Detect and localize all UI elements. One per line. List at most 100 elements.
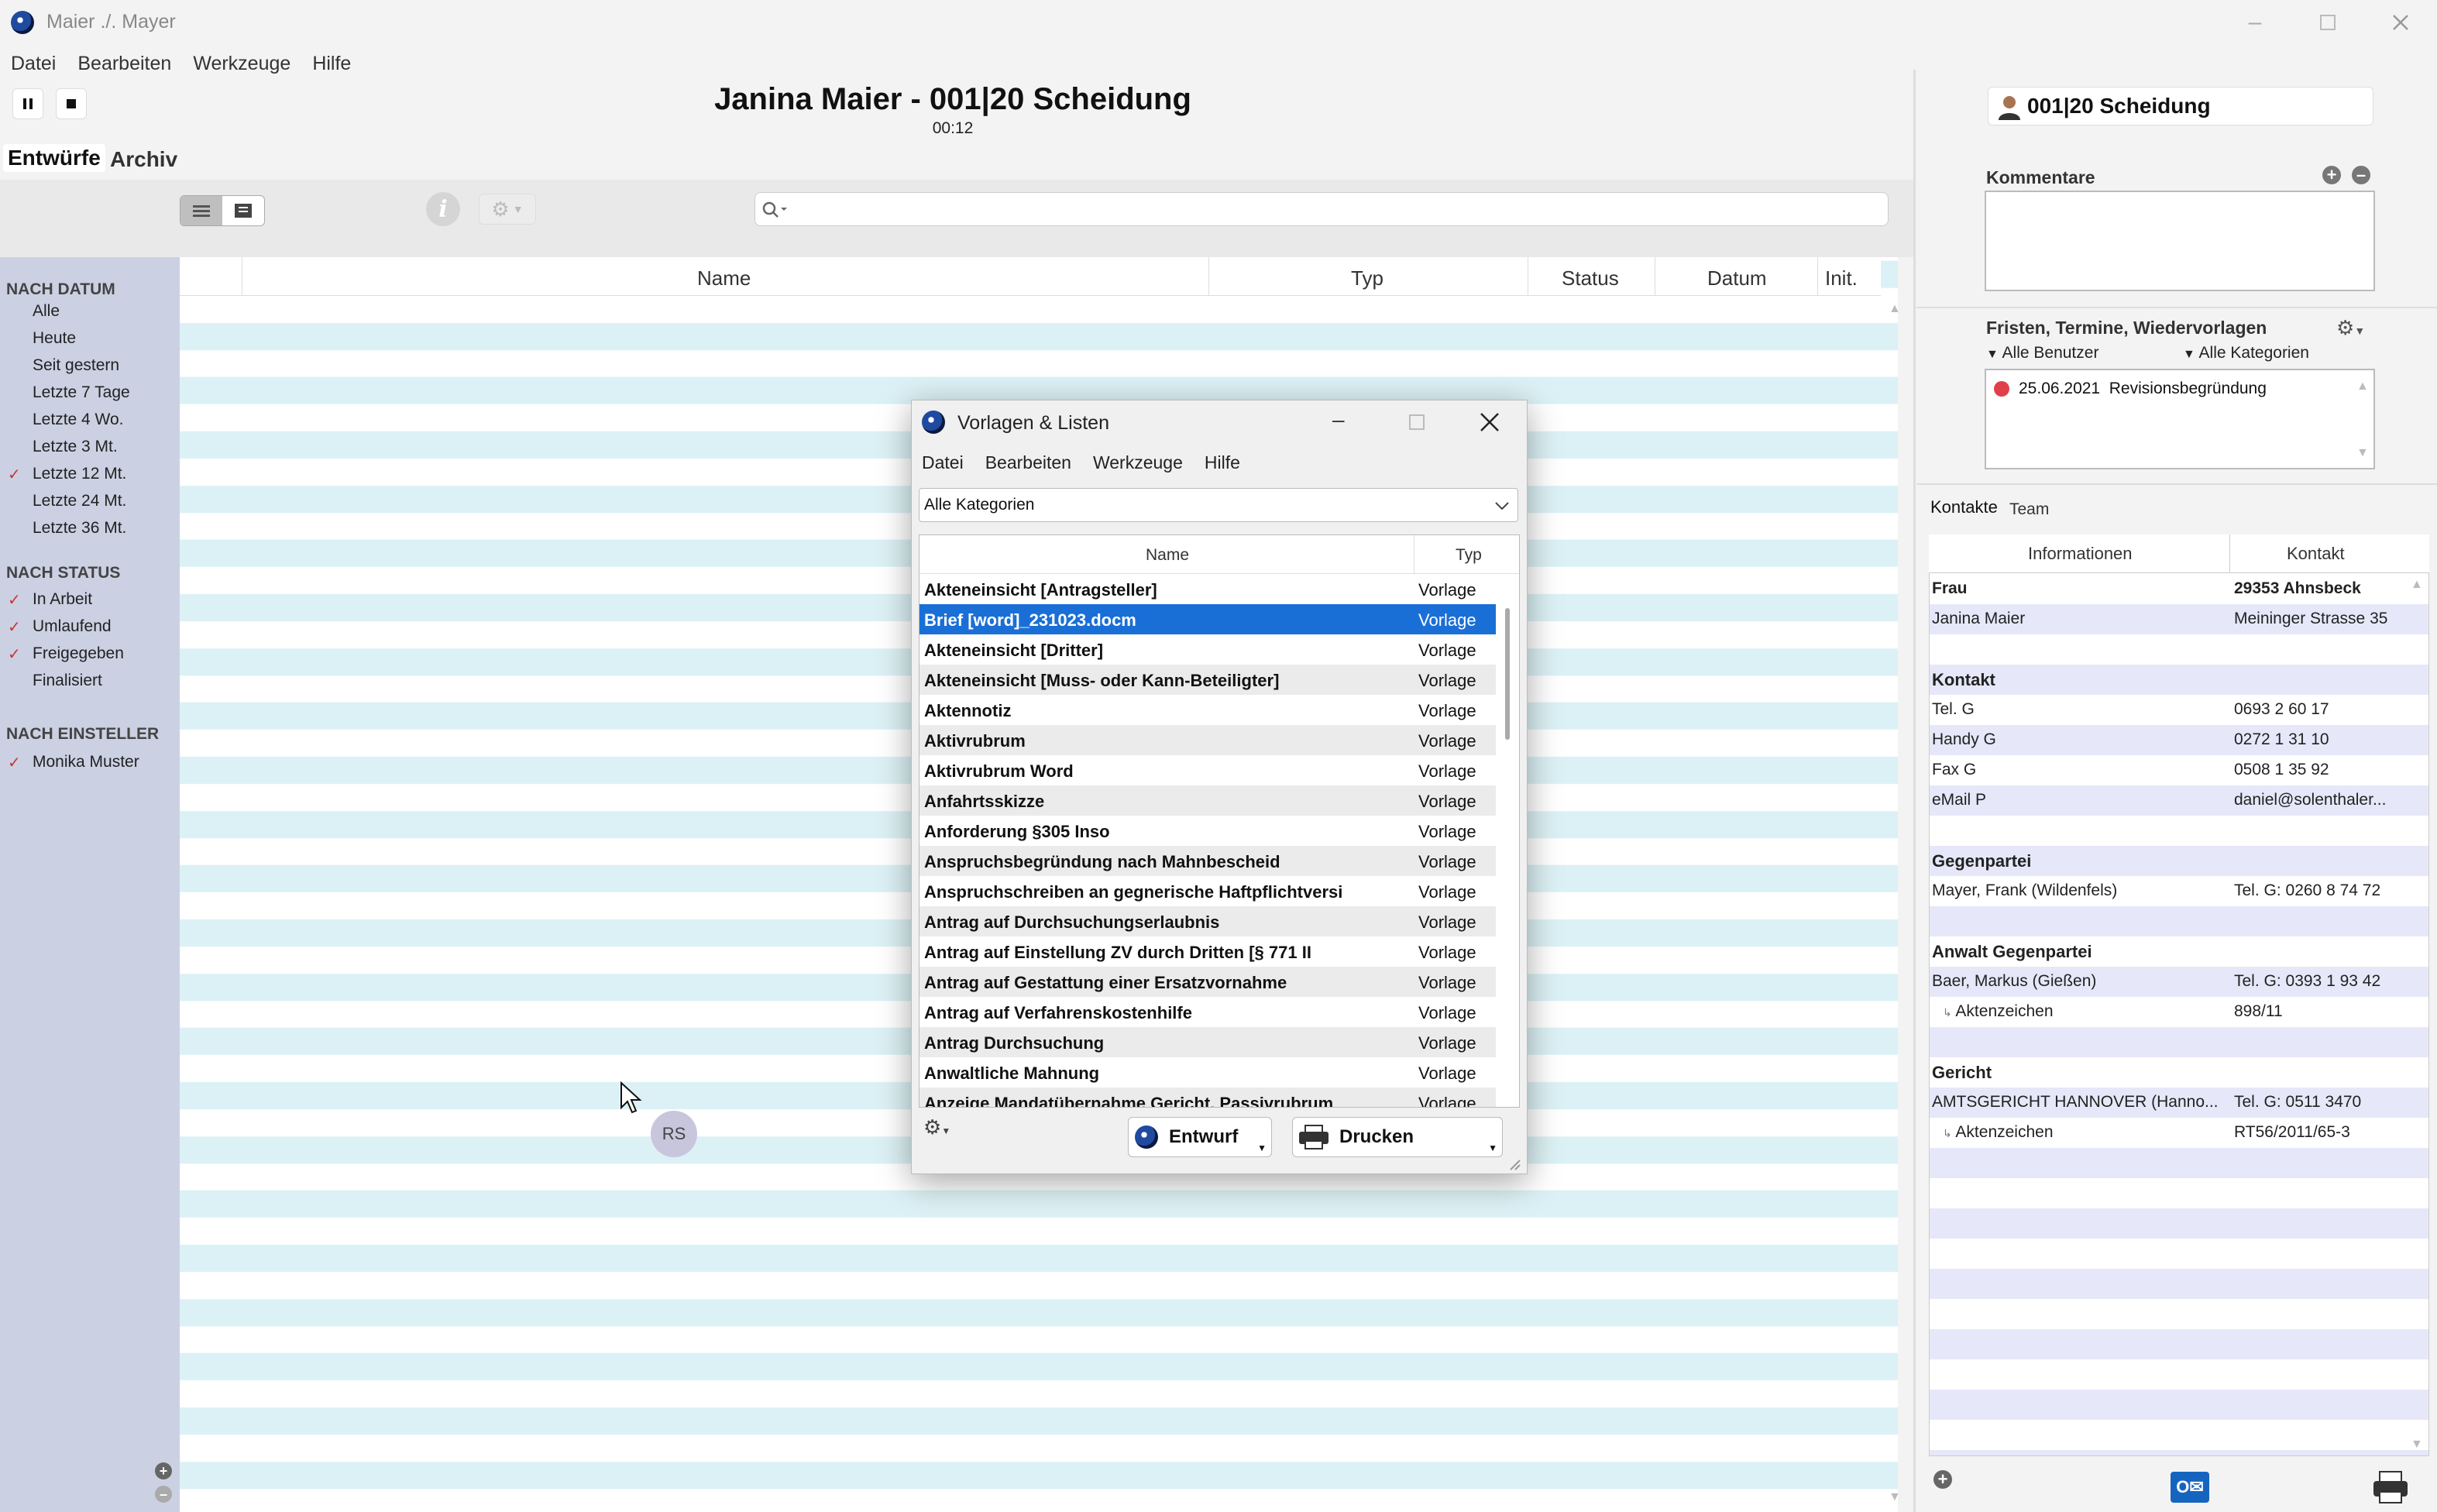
template-row[interactable]: Anforderung §305 Inso Vorlage bbox=[919, 816, 1496, 846]
contact-name[interactable]: Janina Maier bbox=[1932, 610, 2219, 628]
template-row[interactable]: Antrag auf Einstellung ZV durch Dritten … bbox=[919, 936, 1496, 967]
scrollbar-thumb[interactable] bbox=[1505, 608, 1510, 740]
gericht-name[interactable]: AMTSGERICHT HANNOVER (Hanno... bbox=[1932, 1093, 2219, 1112]
template-row[interactable]: Akteneinsicht [Dritter] Vorlage bbox=[919, 634, 1496, 665]
dialog-menu-datei[interactable]: Datei bbox=[922, 452, 974, 473]
scroll-down-icon[interactable]: ▼ bbox=[1889, 1490, 1901, 1504]
remove-filter-icon[interactable]: – bbox=[155, 1486, 172, 1503]
dialog-close-button[interactable] bbox=[1480, 412, 1500, 432]
tab-kontakte[interactable]: Kontakte bbox=[1930, 497, 1998, 517]
filter-in-arbeit[interactable]: In Arbeit bbox=[33, 590, 92, 609]
col-name[interactable]: Name bbox=[1146, 546, 1189, 565]
add-contact-icon[interactable]: + bbox=[1933, 1470, 1952, 1489]
gericht-tel[interactable]: Tel. G: 0511 3470 bbox=[2234, 1093, 2397, 1112]
contact-mail-value[interactable]: daniel@solenthaler... bbox=[2234, 791, 2397, 809]
menu-hilfe[interactable]: Hilfe bbox=[301, 48, 362, 79]
menu-werkzeuge[interactable]: Werkzeuge bbox=[182, 48, 301, 79]
template-row[interactable]: Antrag auf Durchsuchungserlaubnis Vorlage bbox=[919, 906, 1496, 936]
template-row[interactable]: Anzeige Mandatübernahme Gericht, Passivr… bbox=[919, 1088, 1496, 1107]
scroll-down-icon[interactable]: ▼ bbox=[2356, 446, 2369, 460]
filter-alle[interactable]: Alle bbox=[33, 302, 60, 321]
template-row[interactable]: Aktennotiz Vorlage bbox=[919, 695, 1496, 725]
menu-bearbeiten[interactable]: Bearbeiten bbox=[67, 48, 182, 79]
template-row[interactable]: Aktivrubrum Vorlage bbox=[919, 725, 1496, 755]
dialog-gear-button[interactable]: ⚙▼ bbox=[923, 1115, 950, 1139]
filter-finalisiert[interactable]: Finalisiert bbox=[33, 672, 102, 690]
anwalt-name[interactable]: Baer, Markus (Gießen) bbox=[1932, 972, 2219, 991]
add-filter-icon[interactable]: + bbox=[155, 1462, 172, 1479]
col-status[interactable]: Status bbox=[1562, 266, 1619, 290]
frist-entry[interactable]: 25.06.2021 Revisionsbegründung bbox=[2019, 380, 2267, 398]
gear-dropdown-button[interactable]: ⚙ ▼ bbox=[479, 194, 536, 225]
template-row[interactable]: Antrag auf Gestattung einer Ersatzvornah… bbox=[919, 967, 1496, 997]
search-input[interactable] bbox=[754, 192, 1889, 226]
list-view-icon[interactable] bbox=[180, 196, 222, 225]
anwalt-tel[interactable]: Tel. G: 0393 1 93 42 bbox=[2234, 972, 2397, 991]
template-row[interactable]: Brief [word]_231023.docm Vorlage bbox=[919, 604, 1496, 634]
dialog-menu-bearbeiten[interactable]: Bearbeiten bbox=[974, 452, 1082, 473]
template-row[interactable]: Aktivrubrum Word Vorlage bbox=[919, 755, 1496, 785]
filter-letzte-7-tage[interactable]: Letzte 7 Tage bbox=[33, 383, 130, 402]
drucken-button[interactable]: Drucken ▼ bbox=[1292, 1117, 1503, 1157]
col-typ[interactable]: Typ bbox=[1456, 546, 1482, 565]
printer-icon[interactable] bbox=[2372, 1470, 2409, 1504]
kommentare-field[interactable] bbox=[1985, 191, 2375, 291]
contact-fax-value[interactable]: 0508 1 35 92 bbox=[2234, 761, 2397, 779]
gegenpartei-tel[interactable]: Tel. G: 0260 8 74 72 bbox=[2234, 881, 2397, 900]
dialog-maximize-button[interactable] bbox=[1408, 414, 1425, 431]
filter-heute[interactable]: Heute bbox=[33, 329, 76, 348]
tab-entwuerfe[interactable]: Entwürfe bbox=[3, 144, 105, 172]
menu-datei[interactable]: Datei bbox=[0, 48, 67, 79]
template-row[interactable]: Antrag auf Verfahrenskostenhilfe Vorlage bbox=[919, 997, 1496, 1027]
filter-seit-gestern[interactable]: Seit gestern bbox=[33, 356, 119, 375]
pause-button[interactable] bbox=[12, 88, 43, 119]
template-row[interactable]: Akteneinsicht [Muss- oder Kann-Beteiligt… bbox=[919, 665, 1496, 695]
template-row[interactable]: Antrag Durchsuchung Vorlage bbox=[919, 1027, 1496, 1057]
close-button[interactable] bbox=[2383, 8, 2418, 37]
add-comment-icon[interactable]: + bbox=[2322, 166, 2341, 184]
filter-letzte-12-mt[interactable]: Letzte 12 Mt. bbox=[33, 465, 126, 483]
template-row[interactable]: Anspruchschreiben an gegnerische Haftpfl… bbox=[919, 876, 1496, 906]
remove-comment-icon[interactable]: – bbox=[2352, 166, 2370, 184]
stop-button[interactable] bbox=[56, 88, 87, 119]
col-typ[interactable]: Typ bbox=[1351, 266, 1383, 290]
gegenpartei-name[interactable]: Mayer, Frank (Wildenfels) bbox=[1932, 881, 2219, 900]
fristen-list[interactable]: 25.06.2021 Revisionsbegründung ▲ ▼ bbox=[1985, 369, 2375, 469]
filter-freigegeben[interactable]: Freigegeben bbox=[33, 644, 124, 663]
template-row[interactable]: Akteneinsicht [Antragsteller] Vorlage bbox=[919, 574, 1496, 604]
filter-letzte-36-mt[interactable]: Letzte 36 Mt. bbox=[33, 519, 126, 538]
view-toggle[interactable] bbox=[180, 195, 265, 226]
contact-tel-value[interactable]: 0693 2 60 17 bbox=[2234, 700, 2397, 719]
contact-handy-value[interactable]: 0272 1 31 10 bbox=[2234, 730, 2397, 749]
entwurf-button[interactable]: Entwurf ▼ bbox=[1128, 1117, 1272, 1157]
col-datum[interactable]: Datum bbox=[1707, 266, 1767, 290]
maximize-button[interactable] bbox=[2310, 8, 2346, 37]
col-name[interactable]: Name bbox=[697, 266, 751, 290]
filter-monika-muster[interactable]: Monika Muster bbox=[33, 753, 139, 771]
scroll-up-icon[interactable]: ▲ bbox=[1889, 302, 1901, 316]
template-row[interactable]: Anspruchsbegründung nach Mahnbescheid Vor… bbox=[919, 846, 1496, 876]
col-informationen[interactable]: Informationen bbox=[2028, 544, 2133, 564]
gear-icon[interactable]: ⚙▼ bbox=[2336, 316, 2365, 340]
filter-letzte-24-mt[interactable]: Letzte 24 Mt. bbox=[33, 492, 126, 510]
dialog-menu-werkzeuge[interactable]: Werkzeuge bbox=[1082, 452, 1194, 473]
dialog-menu-hilfe[interactable]: Hilfe bbox=[1194, 452, 1251, 473]
scroll-up-icon[interactable]: ▲ bbox=[2411, 578, 2423, 592]
tab-team[interactable]: Team bbox=[2009, 500, 2049, 519]
detail-view-icon[interactable] bbox=[222, 196, 264, 225]
scroll-up-icon[interactable]: ▲ bbox=[2356, 380, 2369, 393]
case-chip[interactable]: 001|20 Scheidung bbox=[1988, 87, 2373, 125]
template-row[interactable]: Anwaltliche Mahnung Vorlage bbox=[919, 1057, 1496, 1088]
scroll-down-icon[interactable]: ▼ bbox=[2411, 1438, 2423, 1452]
minimize-button[interactable]: – bbox=[2237, 8, 2273, 37]
info-icon[interactable]: i bbox=[426, 192, 460, 226]
filter-umlaufend[interactable]: Umlaufend bbox=[33, 617, 112, 636]
tab-archiv[interactable]: Archiv bbox=[110, 147, 177, 172]
outlook-icon[interactable]: O✉ bbox=[2171, 1472, 2209, 1503]
resize-grip-icon[interactable] bbox=[1507, 1157, 1521, 1171]
alle-kategorien-dropdown[interactable]: ▼ Alle Kategorien bbox=[2183, 344, 2309, 363]
dialog-minimize-button[interactable]: – bbox=[1332, 407, 1345, 432]
category-select[interactable]: Alle Kategorien bbox=[919, 488, 1518, 522]
template-row[interactable]: Anfahrtsskizze Vorlage bbox=[919, 785, 1496, 816]
filter-letzte-4-wo[interactable]: Letzte 4 Wo. bbox=[33, 411, 124, 429]
